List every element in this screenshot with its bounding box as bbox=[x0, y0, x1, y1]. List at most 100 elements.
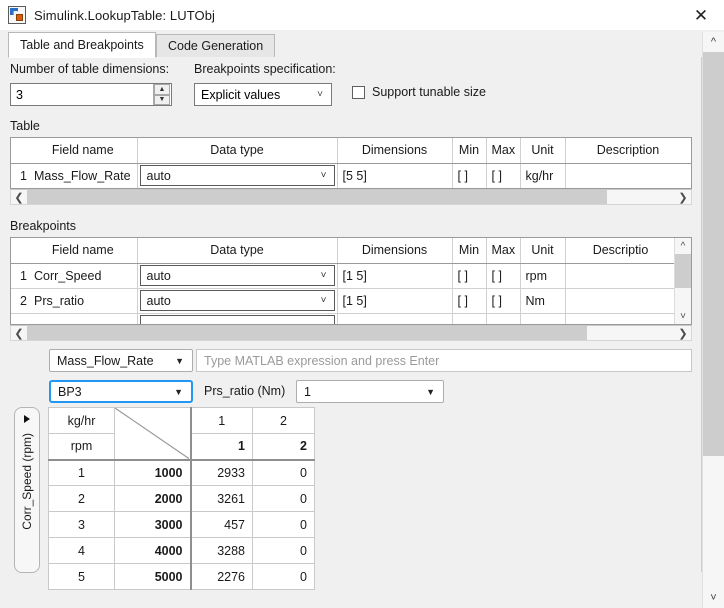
column-header-data-type[interactable]: Data type bbox=[137, 138, 338, 164]
chevron-right-icon[interactable]: ❯ bbox=[675, 190, 691, 204]
data-cell[interactable]: 0 bbox=[252, 458, 315, 486]
data-type-select[interactable]: auto ˅ bbox=[139, 165, 335, 186]
data-row[interactable]: 5 5000 2276 0 bbox=[48, 563, 315, 590]
tab-code-generation[interactable]: Code Generation bbox=[156, 34, 276, 58]
cell-max[interactable]: [ ] bbox=[486, 163, 521, 188]
cell-field-name[interactable]: Corr_Speed bbox=[29, 263, 138, 289]
support-tunable-size-checkbox[interactable]: Support tunable size bbox=[352, 85, 486, 99]
column-breakpoint-value[interactable]: 2 bbox=[252, 433, 315, 460]
chevron-down-icon[interactable]: ˅ bbox=[675, 308, 691, 324]
table-row[interactable]: 1 Corr_Speed auto ˅ [1 5] [ ] [ ] rpm bbox=[11, 263, 677, 289]
cell-unit[interactable]: rpm bbox=[520, 263, 566, 289]
column-breakpoint-value[interactable]: 1 bbox=[189, 433, 253, 460]
data-cell[interactable]: 2933 bbox=[189, 458, 253, 486]
row-breakpoint-value[interactable]: 1000 bbox=[114, 458, 191, 486]
row-breakpoint-value[interactable]: 2000 bbox=[114, 485, 191, 512]
chevron-left-icon[interactable]: ❮ bbox=[11, 326, 27, 340]
column-header-field-name[interactable]: Field name bbox=[29, 138, 138, 164]
cell-min[interactable]: [ ] bbox=[452, 163, 487, 188]
data-type-select[interactable]: auto ˅ bbox=[139, 290, 335, 311]
column-header-max[interactable]: Max bbox=[486, 138, 521, 164]
cell-field-name[interactable] bbox=[29, 313, 138, 324]
cell-data-type[interactable]: auto ˅ bbox=[137, 263, 338, 289]
dialog-vertical-scrollbar[interactable]: ^ ˅ bbox=[702, 32, 724, 608]
cell-dimensions[interactable]: [1 5] bbox=[337, 288, 453, 314]
cell-min[interactable]: [ ] bbox=[452, 263, 487, 289]
table-row-partial[interactable] bbox=[11, 313, 677, 324]
cell-min[interactable] bbox=[452, 313, 487, 324]
column-header-dimensions[interactable]: Dimensions bbox=[337, 238, 453, 264]
dimensions-stepper[interactable]: 3 ▲ ▼ bbox=[10, 83, 172, 106]
cell-description[interactable] bbox=[565, 288, 677, 314]
cell-field-name[interactable]: Mass_Flow_Rate bbox=[29, 163, 138, 188]
column-header-description[interactable]: Description bbox=[565, 138, 691, 164]
stepper-buttons[interactable]: ▲ ▼ bbox=[153, 84, 170, 105]
breakpoints-spec-select[interactable]: Explicit values ˅ bbox=[194, 83, 332, 106]
data-type-select[interactable]: auto ˅ bbox=[139, 265, 335, 286]
cell-max[interactable] bbox=[486, 313, 521, 324]
breakpoints-grid[interactable]: Field name Data type Dimensions Min Max … bbox=[10, 237, 692, 325]
stepper-up-icon[interactable]: ▲ bbox=[154, 84, 170, 95]
cell-min[interactable]: [ ] bbox=[452, 288, 487, 314]
row-breakpoint-value[interactable]: 4000 bbox=[114, 537, 191, 564]
scroll-thumb[interactable] bbox=[703, 52, 724, 456]
data-cell[interactable]: 3288 bbox=[189, 537, 253, 564]
data-row[interactable]: 4 4000 3288 0 bbox=[48, 537, 315, 564]
tab-table-and-breakpoints[interactable]: Table and Breakpoints bbox=[8, 32, 156, 58]
cell-dimensions[interactable]: [1 5] bbox=[337, 263, 453, 289]
cell-field-name[interactable]: Prs_ratio bbox=[29, 288, 138, 314]
cell-data-type[interactable]: auto ˅ bbox=[137, 288, 338, 314]
scroll-thumb[interactable] bbox=[675, 254, 691, 288]
cell-dimensions[interactable] bbox=[337, 313, 453, 324]
table-row[interactable]: 2 Prs_ratio auto ˅ [1 5] [ ] [ ] Nm bbox=[11, 288, 677, 314]
row-breakpoint-value[interactable]: 3000 bbox=[114, 511, 191, 538]
column-header-description[interactable]: Descriptio bbox=[565, 238, 677, 264]
cell-description[interactable] bbox=[565, 263, 677, 289]
lookup-data-grid[interactable]: kg/hr 1 2 rpm 1 2 1 1000 2933 0 2 2000 3… bbox=[48, 407, 315, 590]
close-icon[interactable]: ✕ bbox=[678, 0, 724, 30]
column-header-unit[interactable]: Unit bbox=[520, 138, 566, 164]
column-header-max[interactable]: Max bbox=[486, 238, 521, 264]
data-row[interactable]: 2 2000 3261 0 bbox=[48, 485, 315, 512]
data-cell[interactable]: 0 bbox=[252, 537, 315, 564]
checkbox-box[interactable] bbox=[352, 85, 365, 99]
data-cell[interactable]: 0 bbox=[252, 511, 315, 538]
chevron-left-icon[interactable]: ❮ bbox=[11, 190, 27, 204]
chevron-up-icon[interactable]: ^ bbox=[703, 32, 724, 52]
data-type-select[interactable] bbox=[139, 315, 335, 324]
chevron-down-icon[interactable]: ˅ bbox=[703, 588, 724, 608]
column-header-min[interactable]: Min bbox=[452, 138, 487, 164]
scroll-track[interactable] bbox=[27, 326, 675, 340]
column-header-min[interactable]: Min bbox=[452, 238, 487, 264]
breakpoint-select[interactable]: BP3 ▼ bbox=[49, 380, 193, 403]
data-cell[interactable]: 3261 bbox=[189, 485, 253, 512]
scroll-track[interactable] bbox=[703, 52, 724, 588]
breakpoints-horizontal-scrollbar[interactable]: ❮ ❯ bbox=[10, 325, 692, 341]
data-cell[interactable]: 2276 bbox=[189, 563, 253, 590]
data-cell[interactable]: 457 bbox=[189, 511, 253, 538]
cell-max[interactable]: [ ] bbox=[486, 263, 521, 289]
expand-right-icon[interactable] bbox=[24, 415, 30, 423]
cell-dimensions[interactable]: [5 5] bbox=[337, 163, 453, 188]
scroll-track[interactable] bbox=[675, 254, 691, 308]
table-horizontal-scrollbar[interactable]: ❮ ❯ bbox=[10, 189, 692, 205]
column-header-dimensions[interactable]: Dimensions bbox=[337, 138, 453, 164]
data-cell[interactable]: 0 bbox=[252, 485, 315, 512]
cell-data-type[interactable] bbox=[137, 313, 338, 324]
scroll-thumb[interactable] bbox=[27, 326, 587, 340]
cell-max[interactable]: [ ] bbox=[486, 288, 521, 314]
column-header-data-type[interactable]: Data type bbox=[137, 238, 338, 264]
matlab-expression-input[interactable]: Type MATLAB expression and press Enter bbox=[196, 349, 692, 372]
chevron-right-icon[interactable]: ❯ bbox=[675, 326, 691, 340]
cell-description[interactable] bbox=[565, 163, 691, 188]
cell-unit[interactable]: kg/hr bbox=[520, 163, 566, 188]
row-breakpoint-value[interactable]: 5000 bbox=[114, 563, 191, 590]
scroll-thumb[interactable] bbox=[27, 190, 607, 204]
column-header-field-name[interactable]: Field name bbox=[29, 238, 138, 264]
field-select[interactable]: Mass_Flow_Rate ▼ bbox=[49, 349, 193, 372]
data-row[interactable]: 1 1000 2933 0 bbox=[48, 458, 315, 486]
data-cell[interactable]: 0 bbox=[252, 563, 315, 590]
scroll-track[interactable] bbox=[27, 190, 675, 204]
chevron-up-icon[interactable]: ^ bbox=[675, 238, 691, 254]
slice-index-select[interactable]: 1 ▼ bbox=[296, 380, 444, 403]
